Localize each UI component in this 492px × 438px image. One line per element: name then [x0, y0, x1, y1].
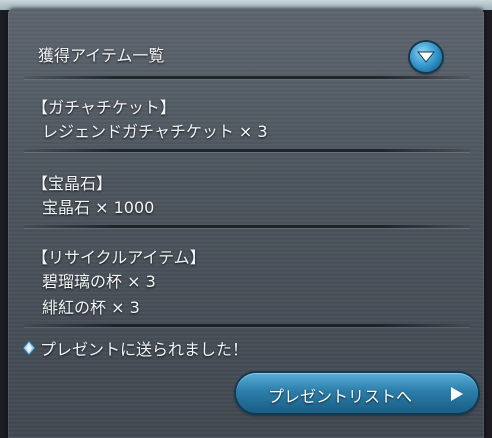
section-heading: 【リサイクルアイテム】 — [32, 248, 206, 267]
divider — [24, 225, 470, 228]
item-row: 緋紅の杯 × 3 — [42, 298, 140, 317]
item-row: 碧瑠璃の杯 × 3 — [42, 272, 156, 291]
divider — [24, 149, 470, 152]
divider — [24, 76, 470, 79]
diamond-icon — [23, 341, 35, 355]
collapse-toggle-button[interactable] — [410, 42, 442, 72]
panel-title: 獲得アイテム一覧 — [38, 46, 165, 65]
sent-notice: プレゼントに送られました！ — [40, 340, 249, 359]
present-list-button-label: プレゼントリストへ — [268, 387, 413, 406]
item-row: レジェンドガチャチケット × 3 — [42, 122, 268, 141]
play-arrow-icon — [451, 387, 463, 401]
divider — [24, 324, 470, 327]
section-heading: 【宝晶石】 — [32, 174, 113, 193]
section-heading: 【ガチャチケット】 — [32, 98, 176, 117]
chevron-down-icon — [417, 51, 435, 63]
present-list-button[interactable]: プレゼントリストへ — [236, 373, 478, 413]
item-row: 宝晶石 × 1000 — [42, 198, 155, 217]
